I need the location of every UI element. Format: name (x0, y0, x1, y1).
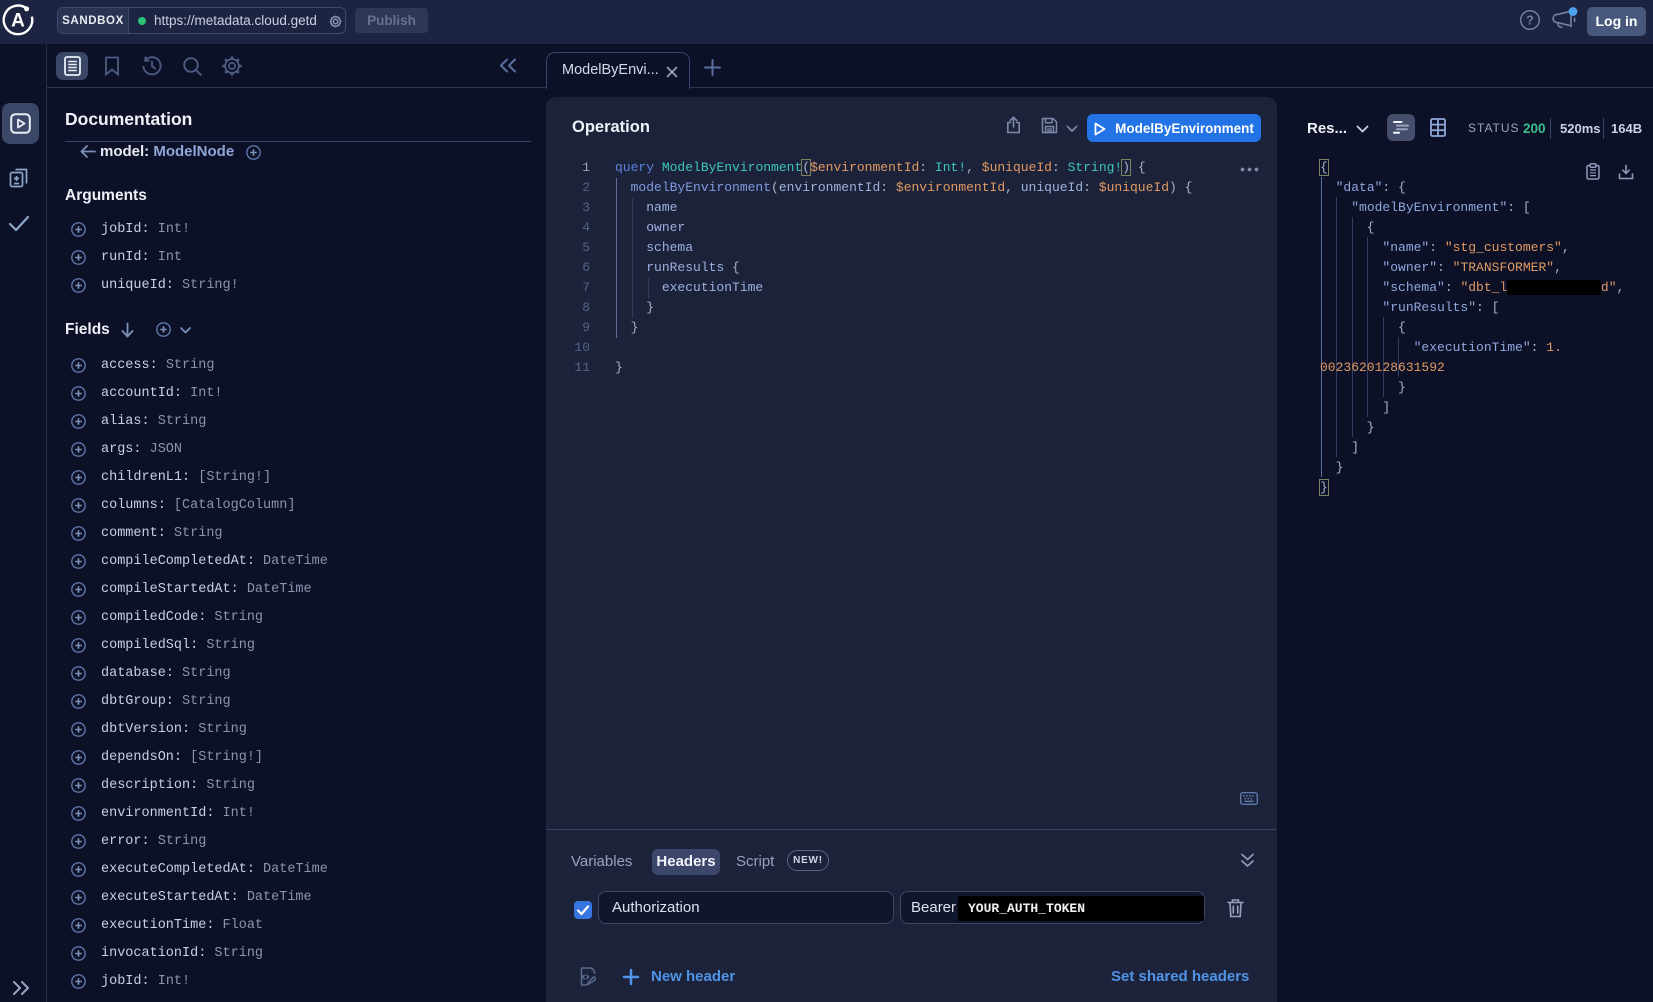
svg-text:?: ? (1526, 14, 1534, 28)
svg-text:A: A (11, 11, 25, 32)
